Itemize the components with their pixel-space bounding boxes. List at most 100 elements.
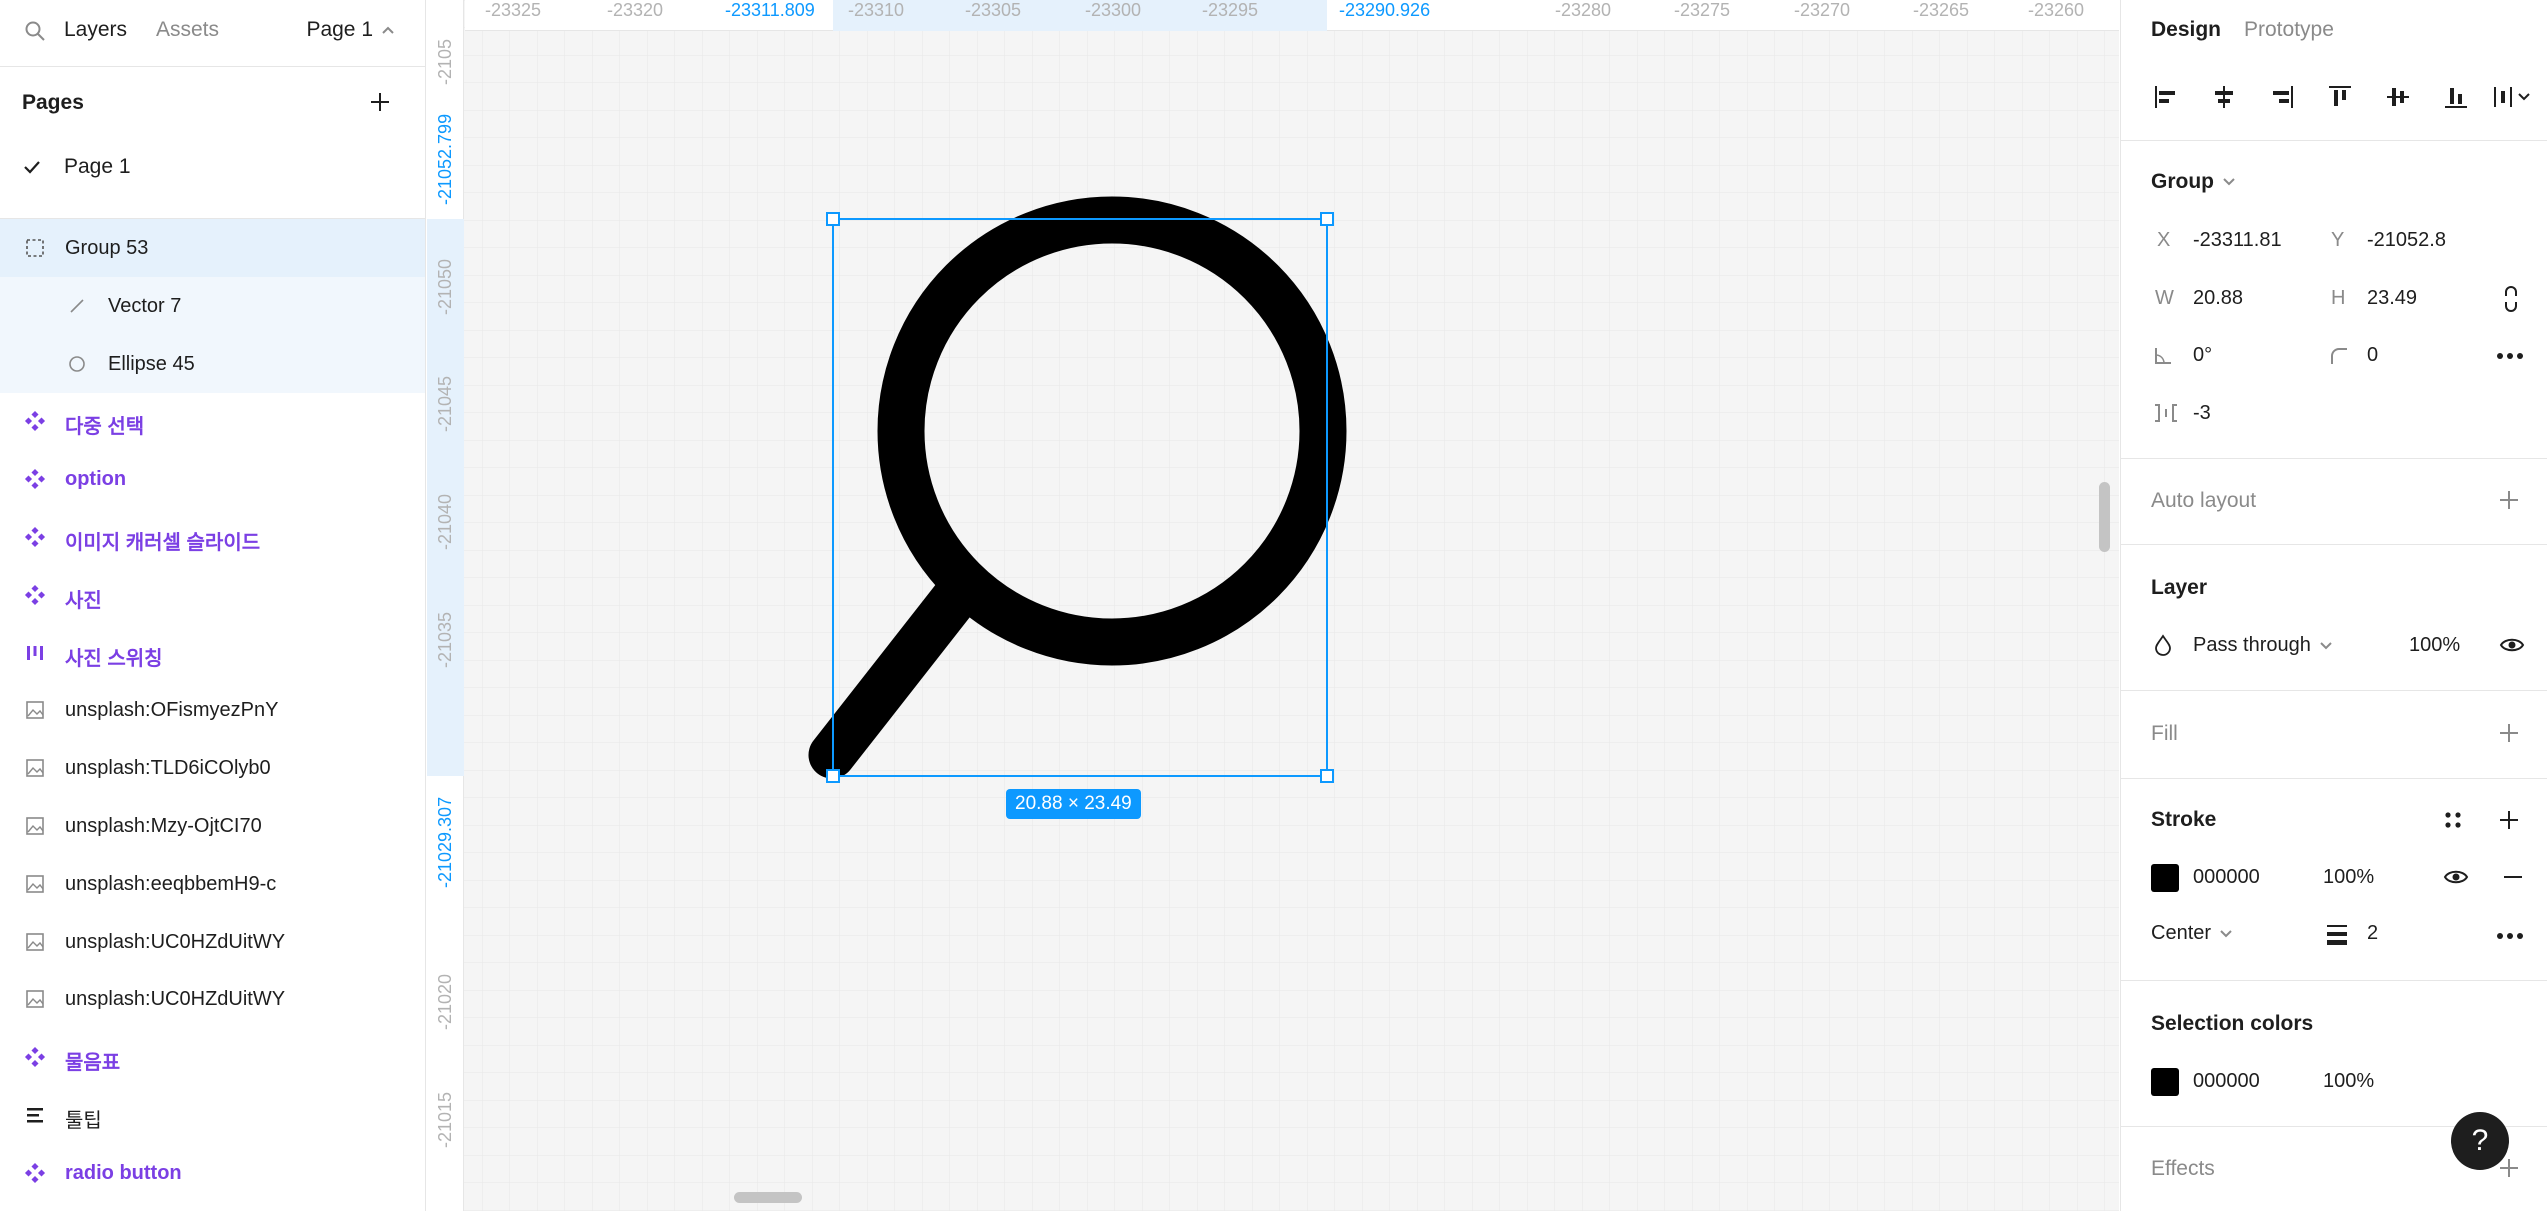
layer-item[interactable]: option	[0, 450, 425, 508]
remove-stroke-icon[interactable]	[2501, 866, 2525, 888]
layer-item-label: 사진	[65, 589, 102, 612]
height-field[interactable]: 23.49	[2367, 287, 2417, 310]
layer-item[interactable]: unsplash:UC0HZdUitWY	[0, 913, 425, 971]
image-icon	[26, 932, 44, 951]
layer-opacity-field[interactable]: 100%	[2409, 634, 2460, 657]
selection-type-dropdown[interactable]: Group	[2151, 170, 2236, 194]
stroke-opacity-field[interactable]: 100%	[2323, 866, 2374, 889]
page-selector[interactable]: Page 1	[306, 18, 395, 42]
tab-design[interactable]: Design	[2151, 18, 2221, 42]
layer-item[interactable]: Ellipse 45	[0, 334, 425, 393]
selection-type-label: Group	[2151, 170, 2214, 193]
help-button[interactable]: ?	[2451, 1112, 2509, 1170]
search-icon[interactable]	[24, 20, 46, 42]
ruler-tick-label: -21045	[435, 375, 455, 432]
divider	[2121, 140, 2547, 141]
align-top-icon[interactable]	[2325, 82, 2355, 112]
x-field[interactable]: -23311.81	[2193, 229, 2282, 252]
align-horizontal-center-icon[interactable]	[2209, 82, 2239, 112]
text-lines-icon	[27, 1108, 43, 1123]
pages-title: Pages	[22, 91, 84, 114]
layer-item[interactable]: unsplash:OFismyezPnY	[0, 681, 425, 739]
selection-color-opacity[interactable]: 100%	[2323, 1070, 2374, 1093]
selection-size-badge: 20.88 × 23.49	[1006, 789, 1141, 819]
layer-item[interactable]: Vector 7	[0, 276, 425, 335]
page-item-page-1[interactable]: Page 1	[0, 145, 425, 189]
stroke-weight-field[interactable]: 2	[2367, 922, 2378, 945]
layer-item[interactable]: 다중 선택	[0, 392, 425, 450]
ruler-tick-label: -23290.926	[1339, 0, 1431, 20]
layer-item-label: 툴팁	[65, 1110, 102, 1132]
tab-prototype[interactable]: Prototype	[2244, 18, 2334, 42]
layer-item-label: radio button	[65, 1161, 182, 1184]
layer-item[interactable]: unsplash:Mzy-OjtCI70	[0, 797, 425, 855]
vertical-scrollbar[interactable]	[2099, 482, 2110, 552]
ruler-tick-label: -21015	[435, 1091, 455, 1148]
tab-assets[interactable]: Assets	[156, 18, 219, 42]
stroke-weight-icon	[2327, 925, 2347, 945]
layer-item[interactable]: 사진	[0, 566, 425, 624]
layer-item[interactable]: 물음표	[0, 1028, 425, 1086]
resize-handle-br[interactable]	[1320, 769, 1334, 783]
align-vertical-center-icon[interactable]	[2383, 82, 2413, 112]
layer-item-label: 이미지 캐러셀 슬라이드	[65, 532, 261, 554]
ruler-tick-label: -2105	[435, 38, 455, 85]
selection-colors-title: Selection colors	[2151, 1012, 2314, 1035]
eye-icon[interactable]	[2443, 866, 2469, 888]
layer-item[interactable]: unsplash:UC0HZdUitWY	[0, 970, 425, 1028]
align-left-icon[interactable]	[2151, 82, 2181, 112]
horizontal-scrollbar[interactable]	[734, 1192, 802, 1203]
layer-item[interactable]: radio button	[0, 1144, 425, 1202]
align-bottom-icon[interactable]	[2441, 82, 2471, 112]
layer-item[interactable]: unsplash:eeqbbemH9-c	[0, 855, 425, 913]
layer-item-label: Ellipse 45	[108, 352, 195, 375]
layer-item-label: unsplash:Mzy-OjtCI70	[65, 815, 262, 837]
resize-handle-tl[interactable]	[826, 212, 840, 226]
constrain-proportions-icon[interactable]	[2499, 284, 2523, 314]
canvas[interactable]	[427, 0, 2119, 1211]
ruler-tick-label: -21040	[435, 493, 455, 550]
add-stroke-icon[interactable]	[2497, 808, 2521, 832]
component-icon	[24, 526, 46, 548]
stroke-position-dropdown[interactable]: Center	[2151, 922, 2233, 945]
divider	[2121, 690, 2547, 691]
layer-item[interactable]: 툴팁	[0, 1086, 425, 1144]
add-page-icon[interactable]	[367, 89, 393, 115]
resize-handle-tr[interactable]	[1320, 212, 1334, 226]
layer-item-label: Group 53	[65, 237, 149, 259]
layer-item-label: 물음표	[65, 1052, 121, 1075]
rotation-field[interactable]: 0°	[2193, 344, 2212, 367]
layer-item[interactable]: 사진 스위칭	[0, 624, 425, 682]
add-fill-icon[interactable]	[2497, 721, 2521, 745]
more-options-icon[interactable]	[2495, 344, 2525, 368]
eye-icon[interactable]	[2499, 634, 2525, 656]
y-field[interactable]: -21052.8	[2367, 229, 2446, 252]
ellipse-icon	[69, 355, 85, 372]
selection-color-field[interactable]: 000000	[2193, 1070, 2260, 1093]
layer-item-label: unsplash:UC0HZdUitWY	[65, 930, 286, 953]
width-field[interactable]: 20.88	[2193, 287, 2243, 310]
stroke-color-field[interactable]: 000000	[2193, 866, 2260, 889]
ruler-vertical: -2105 -21052.799 -21050 -21045 -21040 -21035 -…	[427, 0, 464, 1211]
canvas-artwork	[427, 0, 2119, 1211]
layer-item[interactable]: unsplash:TLD6iCOlyb0	[0, 739, 425, 797]
add-auto-layout-icon[interactable]	[2497, 488, 2521, 512]
spacing-icon	[2155, 404, 2177, 422]
design-panel-tabs: Design Prototype	[2121, 0, 2547, 62]
resize-handle-bl[interactable]	[826, 769, 840, 783]
image-icon	[26, 759, 44, 777]
distribute-menu-icon[interactable]	[2491, 82, 2537, 112]
stroke-color-swatch[interactable]	[2151, 864, 2179, 892]
corner-radius-field[interactable]: 0	[2367, 344, 2378, 367]
component-icon	[24, 469, 46, 490]
tab-layers[interactable]: Layers	[64, 18, 127, 42]
spacing-field[interactable]: -3	[2193, 402, 2211, 425]
layer-item[interactable]: Group 53	[0, 219, 425, 277]
blend-mode-dropdown[interactable]: Pass through	[2193, 634, 2333, 657]
style-grid-icon[interactable]	[2441, 808, 2465, 832]
align-right-icon[interactable]	[2267, 82, 2297, 112]
layer-item[interactable]: 이미지 캐러셀 슬라이드	[0, 508, 425, 566]
ruler-tick-label: -23310	[848, 0, 905, 20]
selection-color-swatch[interactable]	[2151, 1068, 2179, 1096]
more-options-icon[interactable]	[2495, 924, 2525, 948]
